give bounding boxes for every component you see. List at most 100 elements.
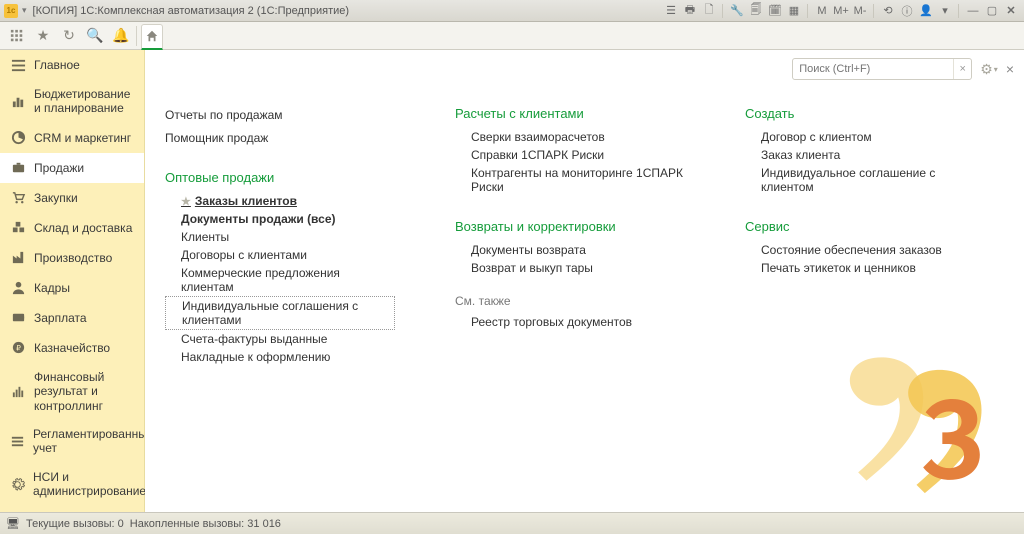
link-offers[interactable]: Коммерческие предложения клиентам xyxy=(165,264,395,296)
home-tab-icon[interactable] xyxy=(141,24,163,50)
bell-icon[interactable]: 🔔 xyxy=(110,25,132,47)
tb-m3-icon[interactable]: M- xyxy=(851,3,869,19)
history-icon[interactable]: ↻ xyxy=(58,25,80,47)
status-current: Текущие вызовы: 0 xyxy=(26,518,124,530)
settings-icon[interactable]: ⚙▾ xyxy=(980,61,998,78)
panel-close-button[interactable]: × xyxy=(1006,61,1014,77)
link-create-agreement[interactable]: Индивидуальное соглашение с клиентом xyxy=(745,164,975,196)
sidebar-item-label: Производство xyxy=(34,251,134,265)
sidebar-item-sales[interactable]: Продажи xyxy=(0,153,144,183)
tb-tool2-icon[interactable]: 🗐 xyxy=(747,3,765,19)
tb-find-icon[interactable]: ☰ xyxy=(662,3,680,19)
link-return-docs[interactable]: Документы возврата xyxy=(455,241,685,259)
apps-grid-icon[interactable] xyxy=(6,25,28,47)
link-docs-all[interactable]: Документы продажи (все) xyxy=(165,210,395,228)
tb-more-icon[interactable]: ▾ xyxy=(936,3,954,19)
sidebar-item-crm[interactable]: CRM и маркетинг xyxy=(0,123,144,153)
link-create-order[interactable]: Заказ клиента xyxy=(745,146,975,164)
sidebar-item-label: НСИ и администрирование xyxy=(33,470,146,499)
search-box: × xyxy=(792,58,972,80)
tb-calendar-icon[interactable]: 🗓 xyxy=(766,3,784,19)
sidebar-item-hr[interactable]: Кадры xyxy=(0,273,144,303)
sidebar-item-admin[interactable]: НСИ и администрирование xyxy=(0,463,144,506)
sidebar-item-label: Казначейство xyxy=(34,341,134,355)
link-print[interactable]: Печать этикеток и ценников xyxy=(745,259,975,277)
link-create-contract[interactable]: Договор с клиентом xyxy=(745,128,975,146)
window-maximize-button[interactable]: ▢ xyxy=(983,3,1001,19)
tb-print-icon[interactable]: 🖶 xyxy=(681,3,699,19)
section-links: Заказы клиентов Документы продажи (все) … xyxy=(165,192,395,366)
tb-m1-icon[interactable]: M xyxy=(813,3,831,19)
window-close-button[interactable]: ✕ xyxy=(1002,3,1020,19)
menu-icon xyxy=(10,57,26,73)
link-reports[interactable]: Отчеты по продажам xyxy=(165,106,395,124)
link-waybills[interactable]: Накладные к оформлению xyxy=(165,348,395,366)
sidebar-item-finance[interactable]: Финансовый результат и контроллинг xyxy=(0,363,144,420)
body: Главное Бюджетирование и планирование CR… xyxy=(0,50,1024,512)
sidebar-item-treasury[interactable]: ₽ Казначейство xyxy=(0,333,144,363)
sidebar-item-label: Продажи xyxy=(34,161,134,175)
coin-icon: ₽ xyxy=(10,340,26,356)
sidebar-item-label: Бюджетирование и планирование xyxy=(34,87,134,116)
sidebar-item-label: Зарплата xyxy=(34,311,134,325)
titlebar: 1c ▾ [КОПИЯ] 1С:Комплексная автоматизаци… xyxy=(0,0,1024,22)
wallet-icon xyxy=(10,310,26,326)
star-icon[interactable]: ★ xyxy=(32,25,54,47)
window-title: [КОПИЯ] 1С:Комплексная автоматизация 2 (… xyxy=(33,5,661,17)
section-returns: Возвраты и корректировки xyxy=(455,219,685,234)
section-links: Сверки взаиморасчетов Справки 1СПАРК Рис… xyxy=(455,128,685,196)
sidebar-item-production[interactable]: Производство xyxy=(0,243,144,273)
tb-tool1-icon[interactable]: 🔧 xyxy=(728,3,746,19)
tb-info-icon[interactable]: ⓘ xyxy=(898,3,916,19)
person-icon xyxy=(10,280,26,296)
search-input[interactable] xyxy=(793,63,953,75)
search-icon[interactable]: 🔍 xyxy=(84,25,106,47)
separator xyxy=(873,4,874,18)
tb-m2-icon[interactable]: M+ xyxy=(832,3,850,19)
tb-back-icon[interactable]: ⟲ xyxy=(879,3,897,19)
factory-icon xyxy=(10,250,26,266)
sidebar-item-purchases[interactable]: Закупки xyxy=(0,183,144,213)
section-links: Документы возврата Возврат и выкуп тары xyxy=(455,241,685,277)
link-spark[interactable]: Справки 1СПАРК Риски xyxy=(455,146,685,164)
tb-doc-icon[interactable]: 🗋 xyxy=(700,3,718,19)
link-supply[interactable]: Состояние обеспечения заказов xyxy=(745,241,975,259)
window-minimize-button[interactable]: — xyxy=(964,3,982,19)
main-panel: × ⚙▾ × Отчеты по продажам Помощник прода… xyxy=(145,50,1024,512)
sidebar-item-main[interactable]: Главное xyxy=(0,50,144,80)
gear-icon xyxy=(10,476,25,492)
sidebar-item-label: Регламентированный учет xyxy=(33,427,154,456)
separator xyxy=(807,4,808,18)
main-toolbar: ★ ↻ 🔍 🔔 xyxy=(0,22,1024,50)
column-1: Отчеты по продажам Помощник продаж Оптов… xyxy=(165,106,395,366)
chevron-down-icon: ▾ xyxy=(994,65,998,74)
link-clients[interactable]: Клиенты xyxy=(165,228,395,246)
list-icon xyxy=(10,433,25,449)
app-menu-dropdown[interactable]: ▾ xyxy=(22,5,27,16)
link-return-tare[interactable]: Возврат и выкуп тары xyxy=(455,259,685,277)
link-agreements[interactable]: Индивидуальные соглашения с клиентами xyxy=(165,296,395,330)
sidebar-item-accounting[interactable]: Регламентированный учет xyxy=(0,420,144,463)
sidebar-item-label: Кадры xyxy=(34,281,134,295)
link-registry[interactable]: Реестр торговых документов xyxy=(455,313,685,331)
sidebar-item-budget[interactable]: Бюджетирование и планирование xyxy=(0,80,144,123)
sidebar-item-label: Финансовый результат и контроллинг xyxy=(34,370,134,413)
section-links: Договор с клиентом Заказ клиента Индивид… xyxy=(745,128,975,196)
link-monitor[interactable]: Контрагенты на мониторинге 1СПАРК Риски xyxy=(455,164,685,196)
tb-grid-icon[interactable]: ▦ xyxy=(785,3,803,19)
column-2: Расчеты с клиентами Сверки взаиморасчето… xyxy=(455,106,685,366)
sidebar-item-warehouse[interactable]: Склад и доставка xyxy=(0,213,144,243)
search-clear-button[interactable]: × xyxy=(953,59,971,79)
link-recon[interactable]: Сверки взаиморасчетов xyxy=(455,128,685,146)
separator xyxy=(958,4,959,18)
link-invoices[interactable]: Счета-фактуры выданные xyxy=(165,330,395,348)
link-contracts[interactable]: Договоры с клиентами xyxy=(165,246,395,264)
sidebar-item-salary[interactable]: Зарплата xyxy=(0,303,144,333)
link-assistant[interactable]: Помощник продаж xyxy=(165,129,395,147)
link-orders[interactable]: Заказы клиентов xyxy=(165,192,395,210)
tb-user-icon[interactable]: 👤 xyxy=(917,3,935,19)
status-icon: 🖥 xyxy=(6,517,20,531)
status-accum: Накопленные вызовы: 31 016 xyxy=(130,518,281,530)
column-3: Создать Договор с клиентом Заказ клиента… xyxy=(745,106,975,366)
cart-icon xyxy=(10,190,26,206)
